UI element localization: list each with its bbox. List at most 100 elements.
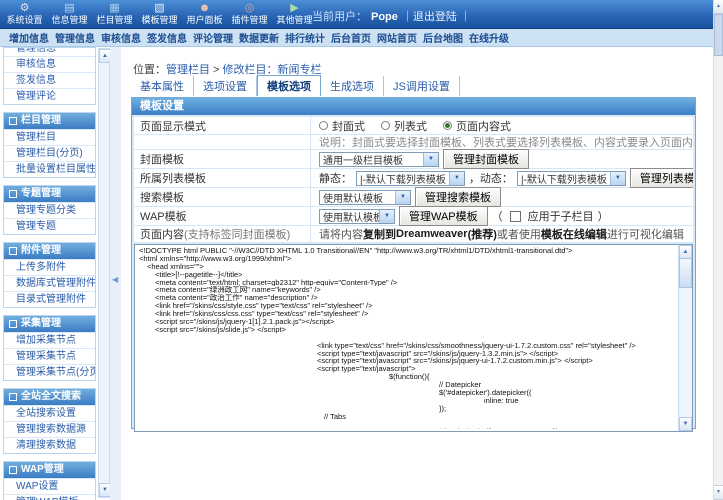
scrollbar-thumb[interactable]	[714, 14, 723, 56]
nav-item-1[interactable]: 管理信息	[53, 30, 97, 45]
sidebar-item[interactable]: 管理栏目	[4, 129, 95, 145]
nav-item-2[interactable]: 审核信息	[99, 30, 143, 45]
sidebar-item[interactable]: 全站搜索设置	[4, 405, 95, 421]
scroll-down-icon[interactable]: ▼	[99, 483, 110, 497]
logout-link[interactable]: ｜退出登陆 ｜	[402, 11, 471, 23]
sidebar-scrollbar[interactable]: ▲ ▼	[98, 48, 110, 498]
sidebar-item[interactable]: 上传多附件	[4, 259, 95, 275]
sidebar-group: 全站全文搜索全站搜索设置管理搜索数据源清理搜索数据	[3, 388, 96, 454]
sidebar-item[interactable]: 管理采集节点(分页)	[4, 364, 95, 380]
search-template-label: 搜索模板	[134, 188, 311, 206]
sidebar-item[interactable]: 管理信息	[4, 48, 95, 56]
tab-4[interactable]: JS调用设置	[384, 76, 460, 96]
sidebar-item[interactable]: 管理评论	[4, 88, 95, 104]
toolbar-item-3[interactable]: ▧ 模板管理	[137, 1, 182, 26]
sidebar-group-header[interactable]: 采集管理	[4, 316, 95, 332]
scroll-up-icon[interactable]: ▲	[714, 0, 723, 14]
nav-item-8[interactable]: 网站首页	[375, 30, 419, 45]
radio-option[interactable]: 页面内容式	[443, 118, 511, 134]
scroll-down-icon[interactable]: ▼	[679, 417, 692, 431]
manage-cover-template-button[interactable]: 管理封面模板	[443, 149, 529, 169]
toolbar-item-5[interactable]: ◎ 插件管理	[227, 1, 272, 26]
tab-3[interactable]: 生成选项	[321, 76, 384, 96]
scrollbar-thumb[interactable]	[679, 258, 692, 288]
page-scrollbar[interactable]: ▲ ▼	[713, 0, 723, 500]
nav-item-4[interactable]: 评论管理	[191, 30, 235, 45]
page-content-code-textarea[interactable]: <!DOCTYPE html PUBLIC "-//W3C//DTD XHTML…	[134, 244, 693, 432]
sidebar-item[interactable]: 清理搜索数据	[4, 437, 95, 453]
search-template-select[interactable]: 使用默认模板▼	[319, 190, 411, 205]
textarea-scrollbar[interactable]: ▲ ▼	[678, 245, 692, 431]
tab-2[interactable]: 模板选项	[257, 75, 321, 96]
sidebar-item[interactable]: 数据库式管理附件	[4, 275, 95, 291]
sidebar-group-header[interactable]: 栏目管理	[4, 113, 95, 129]
scroll-up-icon[interactable]: ▲	[99, 49, 110, 63]
search-template-row: 搜索模板 使用默认模板▼ 管理搜索模板	[134, 188, 693, 207]
note-row: 说明：封面式要选择封面模板、列表式要选择列表模板、内容式要录入页面内容	[134, 135, 693, 150]
sidebar-group-header[interactable]: 全站全文搜索	[4, 389, 95, 405]
sidebar-item[interactable]: WAP设置	[4, 478, 95, 494]
tab-1[interactable]: 选项设置	[194, 76, 257, 96]
sidebar-item[interactable]: 管理专题分类	[4, 202, 95, 218]
toolbar-item-1[interactable]: ▤ 信息管理	[47, 1, 92, 26]
radio-icon[interactable]	[381, 121, 390, 130]
radio-icon[interactable]	[319, 121, 328, 130]
breadcrumb-section-link[interactable]: 管理栏目	[166, 64, 210, 76]
code-line: <script type="text/javascript" src="/ski…	[139, 350, 677, 358]
cover-template-label: 封面模板	[134, 150, 311, 168]
sidebar-item[interactable]: 管理搜索数据源	[4, 421, 95, 437]
toolbar-item-2[interactable]: ▦ 栏目管理	[92, 1, 137, 26]
sidebar-item[interactable]: 管理WAP模板	[4, 494, 95, 500]
static-list-template-select[interactable]: |-默认下载列表模板▼	[356, 171, 465, 186]
square-icon	[9, 247, 17, 255]
cover-template-select[interactable]: 通用一级栏目模板▼	[319, 152, 439, 167]
code-line: });	[139, 405, 677, 413]
sidebar-item[interactable]: 目录式管理附件	[4, 291, 95, 307]
sidebar-group-header[interactable]: 专题管理	[4, 186, 95, 202]
sidebar-item[interactable]: 审核信息	[4, 56, 95, 72]
nav-item-3[interactable]: 签发信息	[145, 30, 189, 45]
nav-item-5[interactable]: 数据更新	[237, 30, 281, 45]
code-line: $('#datepicker').datepicker((	[139, 389, 677, 397]
apply-to-subcolumn-label: 应用于子栏目	[528, 208, 594, 224]
scroll-down-icon[interactable]: ▼	[714, 485, 723, 500]
toolbar-items: ⚙ 系统设置 ▤ 信息管理 ▦ 栏目管理 ▧ 模板管理 ☻ 用户面板 ◎ 插件管…	[2, 1, 317, 26]
nav-item-6[interactable]: 排行统计	[283, 30, 327, 45]
manage-wap-template-button[interactable]: 管理WAP模板	[399, 206, 488, 226]
sidebar-group-header[interactable]: 附件管理	[4, 243, 95, 259]
toolbar-item-0[interactable]: ⚙ 系统设置	[2, 1, 47, 26]
sidebar-group: 附件管理上传多附件数据库式管理附件目录式管理附件	[3, 242, 96, 308]
content-hint: 请将内容复制到Dreamweaver(推荐)或者使用模板在线编辑进行可视化编辑	[311, 226, 693, 242]
wap-template-select[interactable]: 使用默认模板▼	[319, 209, 395, 224]
sidebar-item[interactable]: 管理专题	[4, 218, 95, 234]
collapse-sidebar-icon[interactable]: ◀	[112, 275, 118, 284]
nav-item-10[interactable]: 在线升级	[467, 30, 511, 45]
radio-icon[interactable]	[443, 121, 452, 130]
sidebar-item[interactable]: 签发信息	[4, 72, 95, 88]
chevron-down-icon: ▼	[449, 172, 464, 185]
sidebar-item[interactable]: 批量设置栏目属性	[4, 161, 95, 177]
sidebar-item[interactable]: 管理栏目(分页)	[4, 145, 95, 161]
dynamic-label: ，动态：	[469, 170, 513, 186]
display-mode-options: 封面式 列表式 页面内容式	[311, 118, 693, 134]
radio-option[interactable]: 列表式	[381, 118, 427, 134]
nav-item-9[interactable]: 后台地图	[421, 30, 465, 45]
top-toolbar: ⚙ 系统设置 ▤ 信息管理 ▦ 栏目管理 ▧ 模板管理 ☻ 用户面板 ◎ 插件管…	[0, 0, 713, 29]
nav-item-0[interactable]: 增加信息	[7, 30, 51, 45]
users-icon: ☻	[182, 1, 227, 15]
sidebar-item[interactable]: 管理采集节点	[4, 348, 95, 364]
nav-item-7[interactable]: 后台首页	[329, 30, 373, 45]
toolbar-item-6[interactable]: ▶ 其他管理	[272, 1, 317, 26]
radio-option[interactable]: 封面式	[319, 118, 365, 134]
manage-search-template-button[interactable]: 管理搜索模板	[415, 187, 501, 207]
apply-to-subcolumn-checkbox[interactable]	[510, 211, 521, 222]
sidebar-item[interactable]: 增加采集节点	[4, 332, 95, 348]
manage-list-template-button[interactable]: 管理列表模板	[630, 168, 693, 188]
code-line	[139, 421, 677, 429]
sidebar-group-header[interactable]: WAP管理	[4, 462, 95, 478]
sidebar-splitter[interactable]: ◀	[110, 47, 121, 500]
scroll-up-icon[interactable]: ▲	[679, 245, 692, 259]
tab-0[interactable]: 基本属性	[131, 76, 194, 96]
toolbar-item-4[interactable]: ☻ 用户面板	[182, 1, 227, 26]
dynamic-list-template-select[interactable]: |-默认下载列表模板▼	[517, 171, 626, 186]
